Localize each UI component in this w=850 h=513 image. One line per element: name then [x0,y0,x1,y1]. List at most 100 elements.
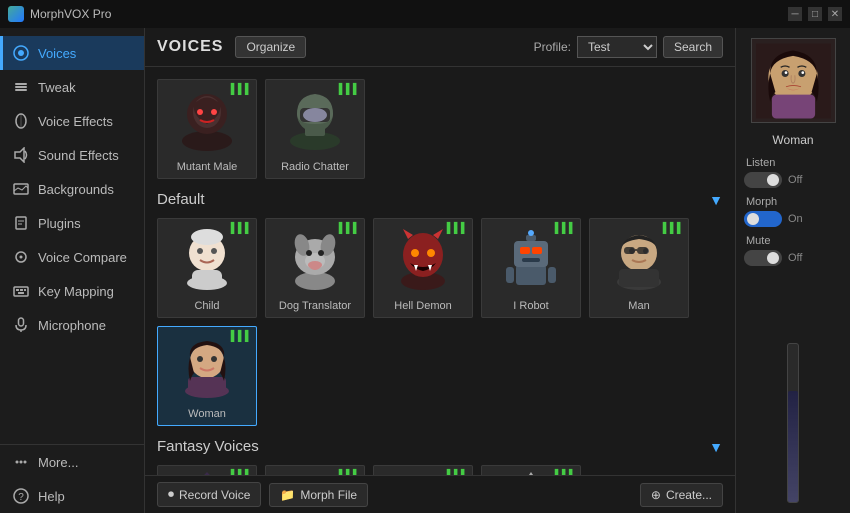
sidebar-item-help[interactable]: ? Help [0,479,144,513]
search-button[interactable]: Search [663,36,723,58]
listen-control: Listen Off [744,157,842,188]
record-icon: ⏺ [168,487,174,502]
sidebar-voice-compare-label: Voice Compare [38,250,127,265]
sidebar-item-voice-compare[interactable]: Voice Compare [0,240,144,274]
voice-card-name: Radio Chatter [281,161,349,173]
morph-state: On [788,213,803,225]
right-panel: Woman Listen Off Morph [735,28,850,513]
voice-card-name: Man [628,300,649,312]
voice-card-dwarf[interactable]: ▌▌▌ [157,465,257,475]
voices-title: VOICES [157,38,223,56]
nasty-gnome-img [495,470,567,475]
i-robot-img [495,223,567,291]
morph-label: Morph [744,196,842,208]
sidebar-item-sound-effects[interactable]: Sound Effects [0,138,144,172]
voice-card-radio-chatter[interactable]: ▌▌▌ Radio Chatter [265,79,365,179]
female-pixie-img [279,470,351,475]
child-img [171,223,243,291]
morph-file-label: Morph File [300,488,357,502]
sidebar-item-voices[interactable]: Voices [0,36,144,70]
featured-grid: ▌▌▌ Mutant Male [157,79,723,179]
morph-file-icon: 📁 [280,488,295,502]
sidebar-item-key-mapping[interactable]: Key Mapping [0,274,144,308]
mute-toggle[interactable] [744,250,782,266]
content: VOICES Organize Profile: Test Search ▌▌▌ [145,28,735,513]
controls-section: Listen Off Morph On [744,157,842,266]
sidebar: Voices Tweak Voice Effects [0,28,145,513]
voice-card-nasty-gnome[interactable]: ▌▌▌ [481,465,581,475]
section-default-label: Default [157,191,205,208]
voice-card-name: Woman [188,408,226,420]
listen-state: Off [788,174,802,186]
create-button[interactable]: ⊕ Create... [640,483,723,507]
voices-icon [12,44,30,62]
sidebar-voices-label: Voices [38,46,76,61]
volume-level [788,391,798,502]
voice-card-name: Hell Demon [394,300,451,312]
voice-card-dog-translator[interactable]: ▌▌▌ Dog [265,218,365,318]
sidebar-voice-effects-label: Voice Effects [38,114,113,129]
collapse-arrow-fantasy[interactable]: ▼ [709,439,723,455]
minimize-button[interactable]: ─ [788,7,802,21]
section-header-default: Default ▼ [157,191,723,208]
tweak-icon [12,78,30,96]
svg-text:?: ? [18,492,24,503]
voices-scroll[interactable]: ▌▌▌ Mutant Male [145,67,735,475]
voice-effects-icon [12,112,30,130]
maximize-button[interactable]: □ [808,7,822,21]
voices-footer: ⏺ Record Voice 📁 Morph File ⊕ Create... [145,475,735,513]
volume-bar[interactable] [787,343,799,503]
help-icon: ? [12,487,30,505]
profile-select[interactable]: Test [577,36,657,58]
listen-toggle-knob [767,174,779,186]
mutant-male-img [171,84,243,152]
morph-toggle[interactable] [744,211,782,227]
morph-file-button[interactable]: 📁 Morph File [269,483,368,507]
voice-card-name: I Robot [513,300,548,312]
dwarf-img [171,470,243,475]
collapse-arrow-default[interactable]: ▼ [709,192,723,208]
organize-button[interactable]: Organize [235,36,306,58]
fantasy-grid: ▌▌▌ [157,465,723,475]
morph-control: Morph On [744,196,842,227]
sidebar-item-tweak[interactable]: Tweak [0,70,144,104]
titlebar-left: MorphVOX Pro [8,6,111,22]
sidebar-item-voice-effects[interactable]: Voice Effects [0,104,144,138]
close-button[interactable]: ✕ [828,7,842,21]
sidebar-tweak-label: Tweak [38,80,76,95]
section-header-fantasy: Fantasy Voices ▼ [157,438,723,455]
sidebar-key-mapping-label: Key Mapping [38,284,114,299]
selected-voice-image [751,38,836,123]
create-icon: ⊕ [651,488,661,502]
voice-card-mutant-male[interactable]: ▌▌▌ Mutant Male [157,79,257,179]
record-voice-button[interactable]: ⏺ Record Voice [157,482,261,507]
voice-card-child[interactable]: ▌▌▌ Child [157,218,257,318]
sidebar-item-microphone[interactable]: Microphone [0,308,144,342]
voice-card-name: Child [194,300,219,312]
main-layout: Voices Tweak Voice Effects [0,28,850,513]
voice-card-giant[interactable]: ▌▌▌ [373,465,473,475]
man-img [603,223,675,291]
app-icon [8,6,24,22]
microphone-icon [12,316,30,334]
mute-toggle-knob [767,252,779,264]
voice-card-i-robot[interactable]: ▌▌▌ I R [481,218,581,318]
voice-card-name: Mutant Male [177,161,238,173]
voice-compare-icon [12,248,30,266]
voice-card-man[interactable]: ▌▌▌ [589,218,689,318]
giant-img [387,470,459,475]
sidebar-item-more[interactable]: More... [0,445,144,479]
record-voice-label: Record Voice [179,488,250,502]
woman-img [171,331,243,399]
plugins-icon [12,214,30,232]
titlebar-controls: ─ □ ✕ [788,7,842,21]
sidebar-sound-effects-label: Sound Effects [38,148,119,163]
voice-card-hell-demon[interactable]: ▌▌▌ Hel [373,218,473,318]
listen-toggle[interactable] [744,172,782,188]
more-icon [12,453,30,471]
sidebar-item-plugins[interactable]: Plugins [0,206,144,240]
dog-translator-img [279,223,351,291]
voice-card-female-pixie[interactable]: ▌▌▌ [265,465,365,475]
sidebar-item-backgrounds[interactable]: Backgrounds [0,172,144,206]
voice-card-woman[interactable]: ▌▌▌ [157,326,257,426]
